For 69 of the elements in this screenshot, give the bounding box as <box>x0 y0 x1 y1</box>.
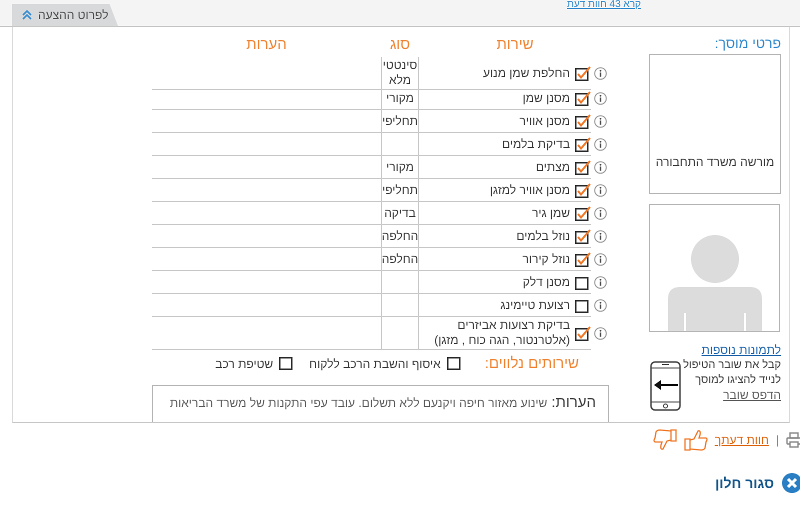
thumbs-down-icon[interactable] <box>652 429 677 451</box>
checkbox[interactable] <box>279 356 296 372</box>
table-cell: תחליפי <box>381 179 419 202</box>
feedback-link[interactable]: חוות דעתך <box>714 433 769 447</box>
option-label: שטיפת רכב <box>215 356 274 371</box>
checkbox[interactable] <box>446 356 463 372</box>
info-icon[interactable] <box>594 115 606 128</box>
table-cell: סינטטי מלא <box>381 57 419 90</box>
info-icon[interactable] <box>594 230 606 244</box>
service-name: מצתים <box>536 160 570 175</box>
reviews-link[interactable]: קרא 43 חוות דעת <box>567 0 641 10</box>
table-cell: החלפה <box>381 248 419 272</box>
table-cell: החלפה <box>381 225 419 248</box>
checkbox[interactable] <box>575 114 591 129</box>
info-icon[interactable] <box>594 327 606 340</box>
service-name: מסנן שמן <box>522 90 570 106</box>
checkbox[interactable] <box>575 182 591 198</box>
info-icon[interactable] <box>594 253 606 266</box>
info-icon[interactable] <box>594 67 606 80</box>
service-name: מסנן דלק <box>522 274 570 290</box>
option-label: איסוף והשבת הרכב ללקוח <box>309 356 441 371</box>
checkbox[interactable] <box>575 228 591 244</box>
separator: | <box>776 433 779 447</box>
print-voucher-link[interactable]: הדפס שובר <box>723 388 781 403</box>
column-header: סוג <box>388 36 412 53</box>
service-name: רצועת טיימינג <box>500 298 570 313</box>
checkbox[interactable] <box>575 274 591 290</box>
voucher-text: קבל את שובר הטיפול לנייד להציגו למוסך <box>682 358 781 388</box>
checkbox[interactable] <box>575 298 591 313</box>
checkbox[interactable] <box>575 252 591 267</box>
service-name: מסנן אוויר למזגן <box>490 182 570 198</box>
checkbox[interactable] <box>575 136 591 152</box>
column-header: שירות <box>495 36 535 53</box>
column-header: הערות <box>245 36 288 53</box>
notes-label: הערות: <box>551 394 596 411</box>
double-chevron-up-icon <box>22 10 32 20</box>
close-window-link[interactable]: סגור חלון <box>715 475 774 491</box>
table-cell: מקורי <box>381 87 419 110</box>
service-name: נוזל בלמים <box>516 228 570 244</box>
table-cell: מקורי <box>381 156 419 180</box>
service-name: מסנן אוויר <box>519 114 570 129</box>
service-name: בדיקת רצועות אביזרים (אלטרנטור, הגה כוח , מזגן) <box>433 318 570 348</box>
details-tab[interactable]: לפרוט ההצעה <box>12 4 118 26</box>
info-icon[interactable] <box>594 184 606 198</box>
checkbox[interactable] <box>575 90 591 106</box>
print-icon[interactable] <box>786 432 800 448</box>
info-icon[interactable] <box>594 161 606 174</box>
table-cell: תחליפי <box>381 110 419 134</box>
checkbox[interactable] <box>575 326 591 341</box>
info-icon[interactable] <box>594 138 606 152</box>
checkbox[interactable] <box>575 206 591 221</box>
more-photos-link[interactable]: לתמונות נוספות <box>702 343 781 357</box>
service-name: נוזל קירור <box>522 252 570 267</box>
service-name: שמן גיר <box>532 206 570 221</box>
checkbox[interactable] <box>575 160 591 175</box>
notes-text: שינוע מאזור חיפה ויקנעם ללא תשלום. עובד עפי התקנות של משרד הבריאות <box>170 396 548 410</box>
license-text: מורשה משרד התחבורה <box>656 155 774 169</box>
close-icon[interactable] <box>782 473 800 493</box>
thumbs-up-icon[interactable] <box>684 429 708 451</box>
info-icon[interactable] <box>594 299 606 312</box>
info-icon[interactable] <box>594 276 606 290</box>
extras-title: שירותים נלווים: <box>484 355 579 372</box>
garage-title: פרטי מוסך: <box>714 35 781 53</box>
service-name: בדיקת בלמים <box>502 136 570 152</box>
table-cell: בדיקה <box>381 202 419 226</box>
checkbox[interactable] <box>575 66 591 81</box>
info-icon[interactable] <box>594 92 606 106</box>
info-icon[interactable] <box>594 207 606 220</box>
service-name: החלפת שמן מנוע <box>482 66 570 81</box>
